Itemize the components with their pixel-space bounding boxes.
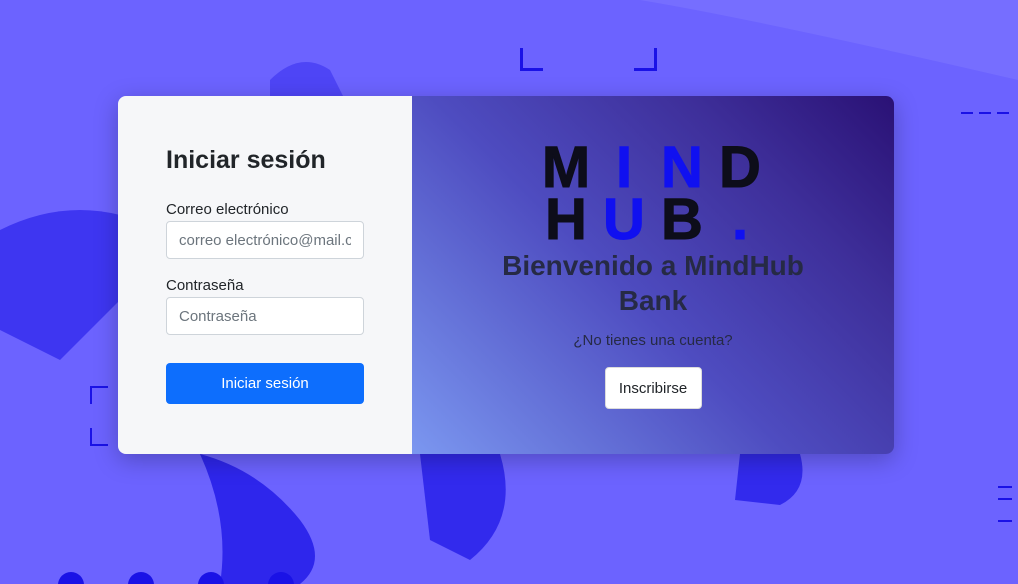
decor-dot: [128, 572, 154, 584]
decor-dash: [997, 112, 1009, 114]
decor-dots: [58, 572, 294, 584]
welcome-panel: M I N D H U B . Bienvenido a MindHub Ban…: [412, 96, 894, 454]
logo-letter: B: [661, 187, 704, 252]
decor-dashes: [961, 112, 1009, 114]
login-form-panel: Iniciar sesión Correo electrónico Contra…: [118, 96, 412, 454]
decor-dash: [979, 112, 991, 114]
decor-bracket: [90, 386, 108, 404]
logo-letter: N: [661, 135, 704, 200]
email-label: Correo electrónico: [166, 201, 289, 218]
logo-letter: I: [615, 135, 633, 200]
decor-bracket: [90, 428, 108, 446]
decor-dash: [998, 520, 1012, 522]
decor-dash: [998, 486, 1012, 488]
decor-dot: [198, 572, 224, 584]
password-field-group: Contraseña: [166, 277, 364, 335]
logo-row-hub: H U B .: [537, 187, 769, 252]
decor-bracket: [634, 48, 657, 71]
decor-bracket: [520, 48, 543, 71]
decor-dot: [268, 572, 294, 584]
decor-dot: [58, 572, 84, 584]
mindhub-logo: M I N D H U B .: [537, 135, 769, 252]
login-title: Iniciar sesión: [166, 146, 326, 174]
logo-row-mind: M I N D: [537, 135, 769, 200]
signup-button[interactable]: Inscribirse: [604, 367, 702, 409]
page-background: Iniciar sesión Correo electrónico Contra…: [0, 0, 1018, 584]
logo-letter: U: [603, 187, 646, 252]
welcome-heading: Bienvenido a MindHub Bank: [502, 250, 804, 316]
decor-dash: [998, 498, 1012, 500]
login-card: Iniciar sesión Correo electrónico Contra…: [118, 96, 894, 454]
logo-letter: D: [719, 135, 762, 200]
email-input[interactable]: [166, 221, 364, 259]
decor-dash: [961, 112, 973, 114]
logo-letter: .: [731, 187, 749, 252]
email-field-group: Correo electrónico: [166, 201, 364, 259]
logo-letter: M: [541, 135, 591, 200]
login-button[interactable]: Iniciar sesión: [166, 363, 364, 404]
password-label: Contraseña: [166, 277, 244, 294]
no-account-text: ¿No tienes una cuenta?: [573, 332, 733, 349]
logo-letter: H: [545, 187, 588, 252]
password-input[interactable]: [166, 297, 364, 335]
